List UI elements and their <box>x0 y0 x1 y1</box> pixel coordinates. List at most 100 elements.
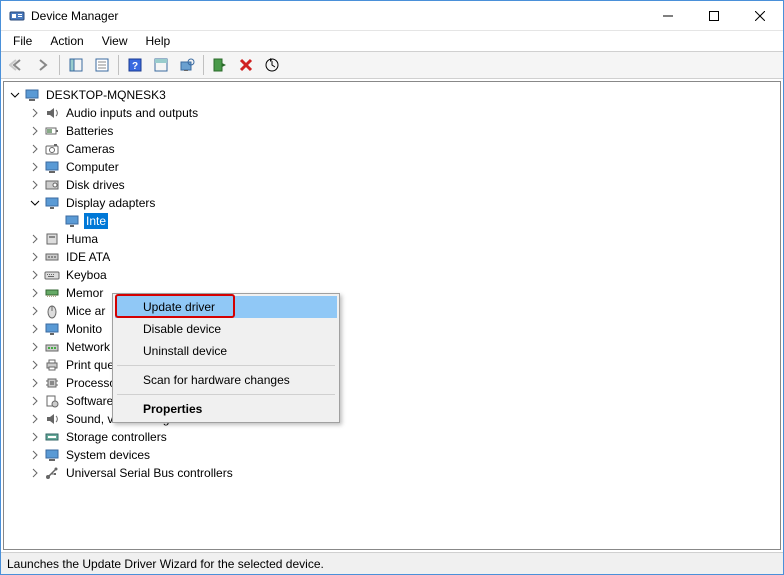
expand-chevron-icon[interactable] <box>28 142 42 156</box>
tree-category-node[interactable]: Universal Serial Bus controllers <box>4 464 780 482</box>
toolbar-enable-button[interactable] <box>208 53 232 77</box>
statusbar-text: Launches the Update Driver Wizard for th… <box>7 557 324 571</box>
toolbar-back-button[interactable] <box>5 53 29 77</box>
device-category-icon <box>44 105 60 121</box>
toolbar-separator <box>203 55 204 75</box>
expand-chevron-icon[interactable] <box>28 106 42 120</box>
menu-view[interactable]: View <box>94 32 136 50</box>
tree-node-label: Audio inputs and outputs <box>64 105 200 121</box>
minimize-button[interactable] <box>645 1 691 30</box>
device-category-icon <box>44 465 60 481</box>
expand-chevron-icon[interactable] <box>28 268 42 282</box>
tree-node-label: Computer <box>64 159 121 175</box>
window-title: Device Manager <box>31 9 118 23</box>
expand-chevron-icon[interactable] <box>28 178 42 192</box>
expand-chevron-icon[interactable] <box>28 358 42 372</box>
ctx-disable-device[interactable]: Disable device <box>115 318 337 340</box>
expand-chevron-icon[interactable] <box>28 466 42 480</box>
tree-category-node[interactable]: Display adapters <box>4 194 780 212</box>
device-tree-panel[interactable]: DESKTOP-MQNESK3 Audio inputs and outputs B… <box>3 81 781 550</box>
toolbar-properties-button[interactable] <box>90 53 114 77</box>
device-category-icon <box>44 375 60 391</box>
titlebar: Device Manager <box>1 1 783 31</box>
app-icon <box>9 8 25 24</box>
ctx-scan-hardware[interactable]: Scan for hardware changes <box>115 369 337 391</box>
tree-node-label: Memor <box>64 285 105 301</box>
tree-category-node[interactable]: Batteries <box>4 122 780 140</box>
tree-category-node[interactable]: IDE ATA <box>4 248 780 266</box>
tree-node-label: Storage controllers <box>64 429 169 445</box>
device-category-icon <box>44 177 60 193</box>
ctx-update-driver[interactable]: Update driver <box>115 296 337 318</box>
device-category-icon <box>44 429 60 445</box>
expand-chevron-icon[interactable] <box>28 376 42 390</box>
toolbar-forward-button[interactable] <box>31 53 55 77</box>
expand-chevron-icon[interactable] <box>28 286 42 300</box>
tree-node-label: Universal Serial Bus controllers <box>64 465 235 481</box>
device-icon <box>64 213 80 229</box>
expand-chevron-icon[interactable] <box>28 196 42 210</box>
svg-text:?: ? <box>132 61 138 72</box>
expand-chevron-icon[interactable] <box>28 340 42 354</box>
device-category-icon <box>44 249 60 265</box>
device-category-icon <box>44 411 60 427</box>
expand-chevron-icon[interactable] <box>28 250 42 264</box>
tree-category-node[interactable]: Huma <box>4 230 780 248</box>
tree-category-node[interactable]: Audio inputs and outputs <box>4 104 780 122</box>
device-category-icon <box>44 285 60 301</box>
expand-chevron-icon[interactable] <box>28 124 42 138</box>
toolbar-show-hide-button[interactable] <box>64 53 88 77</box>
toolbar-separator <box>59 55 60 75</box>
tree-category-node[interactable]: Disk drives <box>4 176 780 194</box>
device-category-icon <box>44 267 60 283</box>
tree-root-node[interactable]: DESKTOP-MQNESK3 <box>4 86 780 104</box>
tree-node-label: IDE ATA <box>64 249 112 265</box>
expand-chevron-icon[interactable] <box>28 412 42 426</box>
tree-node-label: Monito <box>64 321 104 337</box>
computer-icon <box>24 87 40 103</box>
toolbar-action-button[interactable] <box>149 53 173 77</box>
tree-node-label: Mice ar <box>64 303 107 319</box>
device-category-icon <box>44 393 60 409</box>
device-manager-window: Device Manager File Action View Help <box>0 0 784 575</box>
statusbar: Launches the Update Driver Wizard for th… <box>1 552 783 574</box>
ctx-properties[interactable]: Properties <box>115 398 337 420</box>
menu-help[interactable]: Help <box>138 32 179 50</box>
expand-chevron-icon[interactable] <box>28 160 42 174</box>
tree-category-node[interactable]: System devices <box>4 446 780 464</box>
device-category-icon <box>44 339 60 355</box>
menu-file[interactable]: File <box>5 32 40 50</box>
menu-action[interactable]: Action <box>42 32 91 50</box>
toolbar-uninstall-button[interactable] <box>234 53 258 77</box>
expand-chevron-icon[interactable] <box>28 394 42 408</box>
toolbar-scan-hardware-button[interactable] <box>175 53 199 77</box>
toolbar-update-driver-button[interactable] <box>260 53 284 77</box>
device-category-icon <box>44 321 60 337</box>
tree-node-label: Huma <box>64 231 100 247</box>
tree-node-label: DESKTOP-MQNESK3 <box>44 87 168 103</box>
device-category-icon <box>44 357 60 373</box>
tree-category-node[interactable]: Computer <box>4 158 780 176</box>
toolbar-help-button[interactable]: ? <box>123 53 147 77</box>
tree-node-label: Batteries <box>64 123 115 139</box>
device-category-icon <box>44 303 60 319</box>
expand-chevron-icon[interactable] <box>28 304 42 318</box>
toolbar-separator <box>118 55 119 75</box>
device-category-icon <box>44 123 60 139</box>
tree-category-node[interactable]: Storage controllers <box>4 428 780 446</box>
tree-category-node[interactable]: Cameras <box>4 140 780 158</box>
expand-chevron-icon[interactable] <box>28 430 42 444</box>
expand-chevron-icon[interactable] <box>28 448 42 462</box>
expand-chevron-icon[interactable] <box>28 322 42 336</box>
expand-chevron-icon[interactable] <box>8 88 22 102</box>
tree-node-label: Disk drives <box>64 177 127 193</box>
expand-chevron-icon[interactable] <box>28 232 42 246</box>
tree-device-node[interactable]: Inte <box>4 212 780 230</box>
tree-node-label: Inte <box>84 213 108 229</box>
close-button[interactable] <box>737 1 783 30</box>
ctx-separator <box>117 394 335 395</box>
maximize-button[interactable] <box>691 1 737 30</box>
ctx-uninstall-device[interactable]: Uninstall device <box>115 340 337 362</box>
tree-category-node[interactable]: Keyboa <box>4 266 780 284</box>
tree-node-label: System devices <box>64 447 152 463</box>
